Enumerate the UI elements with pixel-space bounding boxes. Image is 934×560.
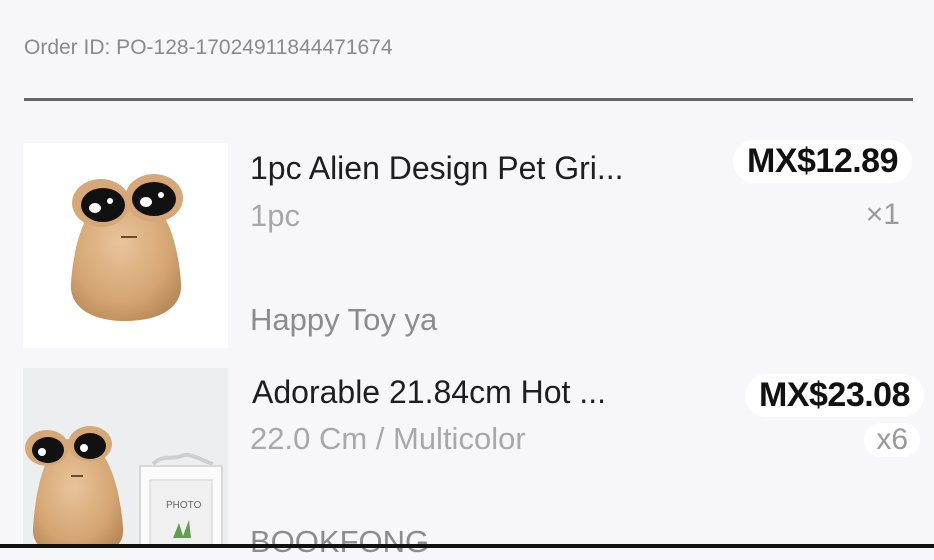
product-price: MX$23.08	[745, 374, 924, 417]
product-variant: 22.0 Cm / Multicolor	[250, 421, 526, 456]
divider	[24, 98, 913, 101]
svg-text:PHOTO: PHOTO	[166, 500, 202, 511]
product-title[interactable]: Adorable 21.84cm Hot ...	[252, 374, 606, 411]
product-image[interactable]	[23, 143, 228, 348]
product-price: MX$12.89	[733, 140, 912, 183]
bottom-bar	[0, 544, 934, 548]
photo-frame: PHOTO	[139, 453, 223, 548]
product-quantity: x6	[864, 423, 920, 457]
product-title[interactable]: 1pc Alien Design Pet Gri...	[250, 150, 624, 187]
shop-name[interactable]: Happy Toy ya	[250, 302, 437, 338]
product-quantity: ×1	[865, 198, 900, 231]
plush-toy-with-frame-image: PHOTO	[23, 368, 228, 548]
plush-toy-image	[70, 174, 183, 321]
product-variant: 1pc	[250, 198, 300, 233]
order-id: Order ID: PO-128-17024911844471674	[24, 36, 393, 59]
product-image[interactable]: PHOTO	[23, 368, 228, 548]
shop-name[interactable]: BOOKFONG	[250, 524, 429, 560]
